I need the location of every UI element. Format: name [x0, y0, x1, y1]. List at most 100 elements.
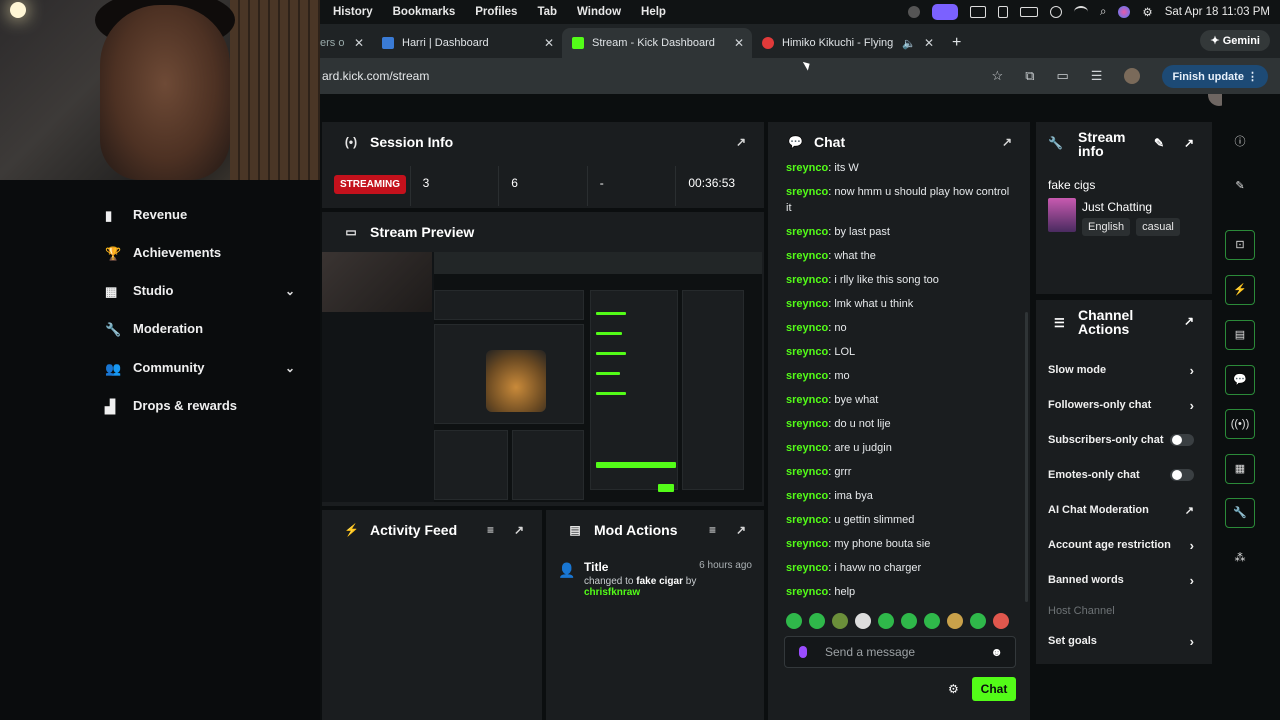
menu-window[interactable]: Window: [567, 6, 631, 18]
emote-icon[interactable]: [832, 613, 848, 629]
close-icon[interactable]: ✕: [544, 36, 554, 50]
sidebar-item-drops[interactable]: ▟ Drops & rewards: [105, 398, 237, 414]
emote-icon[interactable]: [855, 613, 871, 629]
chat-username[interactable]: sreynco: [786, 298, 828, 310]
emote-icon[interactable]: [947, 613, 963, 629]
set-goals-row[interactable]: Set goals ›: [1048, 634, 1194, 649]
popout-icon[interactable]: ↗: [1002, 135, 1012, 149]
status-icon[interactable]: [907, 6, 920, 18]
tab-kick-dashboard[interactable]: Stream - Kick Dashboard ✕: [562, 28, 752, 58]
wrench-icon[interactable]: 🔧: [1225, 498, 1255, 528]
info-icon[interactable]: ⓘ: [1225, 128, 1255, 158]
emotes-only-toggle[interactable]: [1170, 469, 1194, 481]
bookmark-star-icon[interactable]: ☆: [992, 68, 1004, 84]
url-text[interactable]: ard.kick.com/stream: [322, 69, 429, 83]
popout-icon[interactable]: ↗: [1184, 314, 1194, 328]
chat-username[interactable]: sreynco: [786, 226, 828, 238]
tab-partial[interactable]: ers o ✕: [320, 28, 372, 58]
menu-tab[interactable]: Tab: [527, 6, 567, 18]
slow-mode-row[interactable]: Slow mode ›: [1048, 363, 1194, 378]
account-age-row[interactable]: Account age restriction ›: [1048, 538, 1194, 553]
followers-only-row[interactable]: Followers-only chat ›: [1048, 398, 1194, 413]
chat-username[interactable]: sreynco: [786, 490, 828, 502]
siri-icon[interactable]: [1118, 6, 1131, 18]
downloads-icon[interactable]: ☰: [1091, 68, 1103, 84]
chevron-down-icon[interactable]: ⌄: [285, 361, 295, 375]
chat-username[interactable]: sreynco: [786, 418, 828, 430]
tab-youtube[interactable]: Himiko Kikuchi - Flying Be 🔈 ✕: [752, 28, 942, 58]
chat-username[interactable]: sreynco: [786, 394, 828, 406]
chat-username[interactable]: sreynco: [786, 250, 828, 262]
chat-username[interactable]: sreynco: [786, 538, 828, 550]
display-icon[interactable]: [969, 6, 986, 18]
extensions-icon[interactable]: ⧉: [1025, 68, 1034, 84]
sidebar-item-studio[interactable]: ▦ Studio ⌄: [105, 283, 295, 299]
tab-harri-dashboard[interactable]: Harri | Dashboard ✕: [372, 28, 562, 58]
chevron-down-icon[interactable]: ⌄: [285, 284, 295, 298]
sidebar-item-revenue[interactable]: ▮ Revenue: [105, 207, 187, 223]
cast-icon[interactable]: ▭: [1056, 68, 1068, 84]
pen-icon[interactable]: ✎: [1225, 172, 1255, 202]
screen-share-icon[interactable]: [931, 4, 958, 20]
search-icon[interactable]: ⌕: [1100, 6, 1106, 19]
chat-bubble-icon[interactable]: 💬: [1225, 365, 1255, 395]
chat-username[interactable]: sreynco: [786, 586, 828, 598]
chat-username[interactable]: sreynco: [786, 514, 828, 526]
popout-icon[interactable]: ↗: [1184, 136, 1194, 150]
menu-profiles[interactable]: Profiles: [465, 6, 527, 18]
subscribers-only-toggle[interactable]: [1170, 434, 1194, 446]
stream-preview-video[interactable]: [322, 252, 762, 502]
sidebar-item-community[interactable]: 👥 Community ⌄: [105, 360, 295, 376]
send-chat-button[interactable]: Chat: [972, 677, 1016, 701]
sidebar-item-moderation[interactable]: 🔧 Moderation: [105, 321, 203, 337]
banned-words-row[interactable]: Banned words ›: [1048, 573, 1194, 588]
popout-icon[interactable]: ↗: [514, 523, 524, 537]
ai-moderation-row[interactable]: AI Chat Moderation ↗: [1048, 504, 1194, 517]
microphone-icon[interactable]: [799, 646, 807, 658]
emote-icon[interactable]: [924, 613, 940, 629]
filter-icon[interactable]: ≡: [709, 523, 716, 537]
control-center-icon[interactable]: ⚙: [1142, 5, 1152, 19]
apps-icon[interactable]: ⁂: [1225, 544, 1255, 574]
chat-username[interactable]: sreynco: [786, 322, 828, 334]
menu-bookmarks[interactable]: Bookmarks: [383, 6, 466, 18]
clock[interactable]: Sat Apr 18 11:03 PM: [1165, 6, 1270, 18]
new-tab-button[interactable]: +: [942, 28, 972, 58]
chat-settings-icon[interactable]: ⚙: [948, 682, 959, 696]
chat-username[interactable]: sreynco: [786, 442, 828, 454]
emote-icon[interactable]: [878, 613, 894, 629]
chat-username[interactable]: sreynco: [786, 466, 828, 478]
finish-update-button[interactable]: Finish update ⋮: [1162, 64, 1268, 88]
menu-help[interactable]: Help: [631, 6, 676, 18]
menu-history[interactable]: History: [323, 6, 383, 18]
close-icon[interactable]: ✕: [924, 36, 934, 50]
mod-entry-user[interactable]: chrisfknraw: [584, 587, 752, 598]
emote-icon[interactable]: [901, 613, 917, 629]
profile-avatar[interactable]: [1124, 68, 1141, 84]
emoji-icon[interactable]: ☻: [990, 645, 1003, 659]
clipboard-icon[interactable]: ▤: [1225, 320, 1255, 350]
popout-icon[interactable]: ↗: [736, 135, 746, 149]
address-bar[interactable]: ard.kick.com/stream ☆ ⧉ ▭ ☰ Finish updat…: [320, 58, 1280, 94]
lightning-icon[interactable]: ⚡: [1225, 275, 1255, 305]
close-icon[interactable]: ✕: [354, 36, 364, 50]
gemini-button[interactable]: ✦ Gemini: [1200, 30, 1270, 51]
chat-username[interactable]: sreynco: [786, 162, 828, 174]
sidebar-item-achievements[interactable]: 🏆 Achievements: [105, 245, 221, 261]
chat-username[interactable]: sreynco: [786, 562, 828, 574]
chat-username[interactable]: sreynco: [786, 370, 828, 382]
close-icon[interactable]: ✕: [734, 36, 744, 50]
popout-icon[interactable]: ↗: [736, 523, 746, 537]
emote-icon[interactable]: [993, 613, 1009, 629]
emote-icon[interactable]: [970, 613, 986, 629]
filter-icon[interactable]: ≡: [487, 523, 494, 537]
tag-casual[interactable]: casual: [1136, 218, 1180, 236]
chat-username[interactable]: sreynco: [786, 346, 828, 358]
wifi-icon[interactable]: [1073, 6, 1088, 18]
tag-english[interactable]: English: [1082, 218, 1131, 236]
edit-icon[interactable]: ✎: [1154, 136, 1164, 150]
emote-icon[interactable]: [786, 613, 802, 629]
layout-icon[interactable]: ▦: [1225, 454, 1255, 484]
control-icon[interactable]: [997, 6, 1008, 18]
chat-username[interactable]: sreynco: [786, 186, 828, 198]
